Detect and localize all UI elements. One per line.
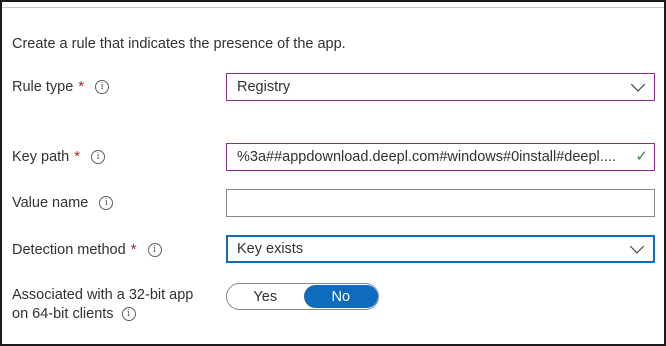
detection-method-dropdown[interactable]: Key exists xyxy=(226,235,655,263)
info-icon[interactable]: i xyxy=(147,242,162,257)
detection-method-label: Detection method xyxy=(12,241,126,258)
key-path-label-group: Key path * i xyxy=(12,148,106,165)
value-name-label: Value name xyxy=(12,195,89,211)
checkmark-icon: ✓ xyxy=(635,148,648,165)
info-icon[interactable]: i xyxy=(99,196,114,210)
rule-type-dropdown[interactable]: Registry xyxy=(226,73,655,101)
rule-type-label-group: Rule type * i xyxy=(12,78,110,95)
required-marker: * xyxy=(78,78,85,95)
key-path-label: Key path xyxy=(12,148,70,165)
rule-description: Create a rule that indicates the presenc… xyxy=(12,36,346,52)
associated-32bit-toggle[interactable]: Yes No xyxy=(226,283,379,310)
info-icon[interactable]: i xyxy=(121,307,136,321)
associated-label-line1: Associated with a 32-bit app xyxy=(12,287,194,303)
associated-label-line2: on 64-bit clients xyxy=(12,306,114,322)
toggle-no-option[interactable]: No xyxy=(303,285,378,308)
rule-type-value: Registry xyxy=(237,79,291,95)
chevron-down-icon xyxy=(629,239,645,254)
detection-rule-panel: Create a rule that indicates the presenc… xyxy=(0,0,666,346)
rule-type-label: Rule type xyxy=(12,78,74,95)
info-icon[interactable]: i xyxy=(95,79,110,94)
key-path-value: %3a##appdownload.deepl.com#windows#0inst… xyxy=(237,149,616,165)
toggle-yes-option[interactable]: Yes xyxy=(228,285,303,308)
associated-label-group: Associated with a 32-bit app on 64-bit c… xyxy=(12,287,193,322)
value-name-input[interactable] xyxy=(226,189,655,217)
required-marker: * xyxy=(130,241,137,258)
detection-method-value: Key exists xyxy=(237,241,304,257)
detection-method-label-group: Detection method * i xyxy=(12,241,162,258)
associated-label-line2-wrap: on 64-bit clients i xyxy=(12,306,193,322)
info-icon[interactable]: i xyxy=(91,149,106,164)
value-name-label-group: Value name i xyxy=(12,195,114,211)
required-marker: * xyxy=(74,148,81,165)
chevron-down-icon xyxy=(630,77,646,92)
top-divider xyxy=(2,2,664,8)
key-path-input[interactable]: %3a##appdownload.deepl.com#windows#0inst… xyxy=(226,143,655,171)
